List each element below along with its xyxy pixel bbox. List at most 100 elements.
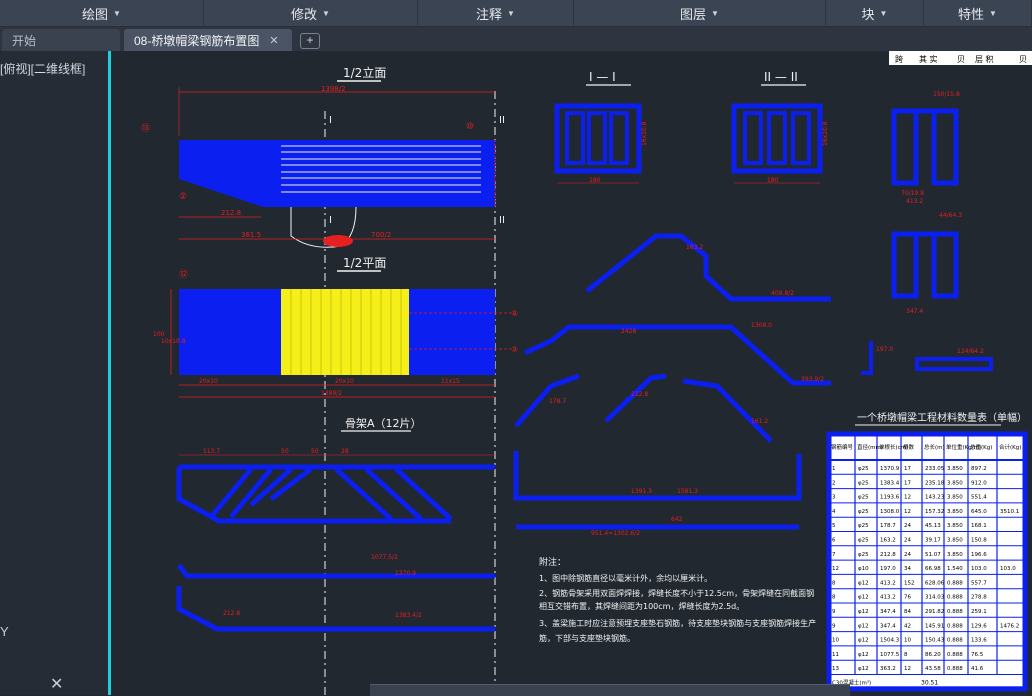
table-cell: 0.888 [947, 638, 963, 644]
drawing-annotation: ⑬ [141, 123, 150, 134]
table-cell: 9 [832, 609, 836, 615]
note-line: 2、钢筋骨架采用双面焊焊接，焊缝长度不小于12.5cm，骨架焊缝在同截面钢 [539, 588, 814, 598]
viewport-control-label[interactable]: [俯视][二维线框] [0, 60, 85, 77]
table-cell: φ25 [858, 552, 869, 558]
title-half-plan: 1/2平面 [343, 256, 386, 270]
drawing-annotation: ⑧ [511, 309, 518, 318]
table-cell: 363.2 [880, 666, 896, 672]
table-cell: 163.2 [880, 538, 896, 544]
notes-title: 附注： [539, 556, 566, 568]
table-cell: 150.43 [925, 638, 945, 644]
tab-document[interactable]: 08-桥墩帽梁钢筋布置图 ✕ [124, 29, 292, 51]
ribbon-panel-1[interactable]: 修改 ▼ [204, 0, 418, 26]
tab-start[interactable]: 开始 [2, 29, 120, 51]
close-icon[interactable]: ✕ [269, 34, 278, 47]
ribbon: 绘图 ▼ 修改 ▼ 注释 ▼ 图层 ▼ 块 ▼ 特性 ▼ [0, 0, 1032, 27]
table-cell: 76 [904, 595, 911, 601]
table-cell: 150.8 [971, 538, 987, 544]
table-cell: 129.6 [971, 623, 987, 629]
table-cell: 51.07 [925, 552, 941, 558]
ribbon-panel-0[interactable]: 绘图 ▼ [0, 0, 204, 26]
drawing-annotation: 212.8 [221, 209, 241, 217]
ribbon-panel-4[interactable]: 块 ▼ [826, 0, 924, 26]
table-title: 一个桥墩帽梁工程材料数量表（单幅） [857, 411, 1027, 424]
drawing-annotation: 642 [671, 516, 683, 523]
chevron-down-icon: ▼ [322, 8, 330, 18]
drawing-annotation: 11x15 [441, 378, 460, 385]
ribbon-panel-label: 注释 [476, 6, 503, 22]
table-cell: 24 [904, 538, 911, 544]
title-frame-a: 骨架A（12片） [345, 417, 422, 430]
drawing-annotation: ⑫ [179, 269, 188, 280]
table-cell: 12 [904, 495, 911, 501]
table-cell: 5 [832, 523, 836, 529]
table-cell: φ25 [858, 538, 869, 544]
table-cell: 0.888 [947, 595, 963, 601]
command-line[interactable] [370, 684, 850, 696]
drawing-annotation: 28 [341, 448, 349, 455]
beam-elevation [179, 140, 495, 207]
table-cell: 0.888 [947, 652, 963, 658]
ucs-icon: ✕ [50, 676, 64, 693]
drawing-annotation: 50 [311, 448, 319, 455]
table-cell: 41.6 [971, 666, 984, 672]
table-cell: 4 [832, 509, 836, 515]
table-cell: 145.91 [925, 623, 944, 629]
ribbon-panel-label: 修改 [291, 6, 318, 22]
table-cell: 12 [904, 509, 911, 515]
ribbon-panel-5[interactable]: 特性 ▼ [924, 0, 1032, 26]
note-line: 筋，下部与支座垫块钢筋。 [539, 633, 635, 643]
chevron-down-icon: ▼ [507, 8, 515, 18]
drawing-annotation: 197.0 [876, 346, 893, 353]
table-cell: 233.05 [925, 466, 945, 472]
new-tab-button[interactable]: + [300, 33, 320, 49]
table-cell: 8 [904, 652, 908, 658]
drawing-annotation: 1389/2 [321, 390, 342, 397]
plan-hatched-zone [281, 289, 409, 375]
table-cell: 413.2 [880, 595, 896, 601]
table-cell: 66.98 [925, 566, 941, 572]
drawing-annotation: II [499, 215, 505, 226]
table-cell: φ12 [858, 623, 869, 629]
ribbon-panel-label: 块 [861, 6, 875, 22]
table-cell: φ12 [858, 609, 869, 615]
drawing-canvas[interactable]: 1/2立面 1398/2 I I II II ② ⑩ ⑬ 212.8 361.5… [111, 51, 1032, 695]
drawing-annotation: 跨 [895, 55, 903, 64]
drawing-annotation: 1391.3 [631, 488, 652, 495]
table-header-cell: 合计(Kg) [999, 443, 1021, 451]
drawing-annotation: 贝 [1019, 55, 1027, 64]
table-cell: 1077.5 [880, 652, 900, 658]
drawing-annotation: 1077.5/2 [371, 554, 398, 561]
table-cell: 3510.1 [1000, 509, 1019, 515]
drawing-annotation: I [329, 215, 332, 226]
table-cell: 168.1 [971, 523, 987, 529]
table-cell: 347.4 [880, 609, 896, 615]
drawing-annotation: 347.4 [906, 308, 923, 315]
drawing-annotation: 2428 [621, 328, 636, 335]
table-cell: 42 [904, 623, 911, 629]
chevron-down-icon: ▼ [711, 8, 719, 18]
model-space-left [0, 51, 108, 695]
stirrups-top [891, 108, 959, 186]
drawing-annotation: 361.5 [241, 231, 261, 239]
drawing-annotation: 20x10 [335, 378, 354, 385]
table-cell: 10 [904, 638, 911, 644]
drawing-annotation: I [329, 115, 332, 126]
drawing-annotation: 1308.0 [751, 322, 772, 329]
drawing-annotation: 100 [153, 331, 165, 338]
table-cell: 1308.0 [880, 509, 900, 515]
material-table: 钢筋编号 直径(mm)单根长(cm)根数 总长(m) 单位重(Kg/m)总重(Kg) 合… [826, 431, 1028, 692]
table-cell: 557.7 [971, 580, 987, 586]
table-cell: 39.17 [925, 538, 941, 544]
ribbon-panel-3[interactable]: 图层 ▼ [574, 0, 826, 26]
table-cell: 103.0 [1000, 566, 1016, 572]
table-cell: 0.888 [947, 666, 963, 672]
table-cell: 3.850 [947, 523, 963, 529]
ribbon-panel-2[interactable]: 注释 ▼ [418, 0, 574, 26]
table-cell: 43.58 [925, 666, 941, 672]
chevron-down-icon: ▼ [113, 8, 121, 18]
table-cell: φ25 [858, 466, 869, 472]
rebar-bar-13 [915, 357, 993, 371]
table-cell: 1.540 [947, 566, 963, 572]
table-cell: φ25 [858, 480, 869, 486]
